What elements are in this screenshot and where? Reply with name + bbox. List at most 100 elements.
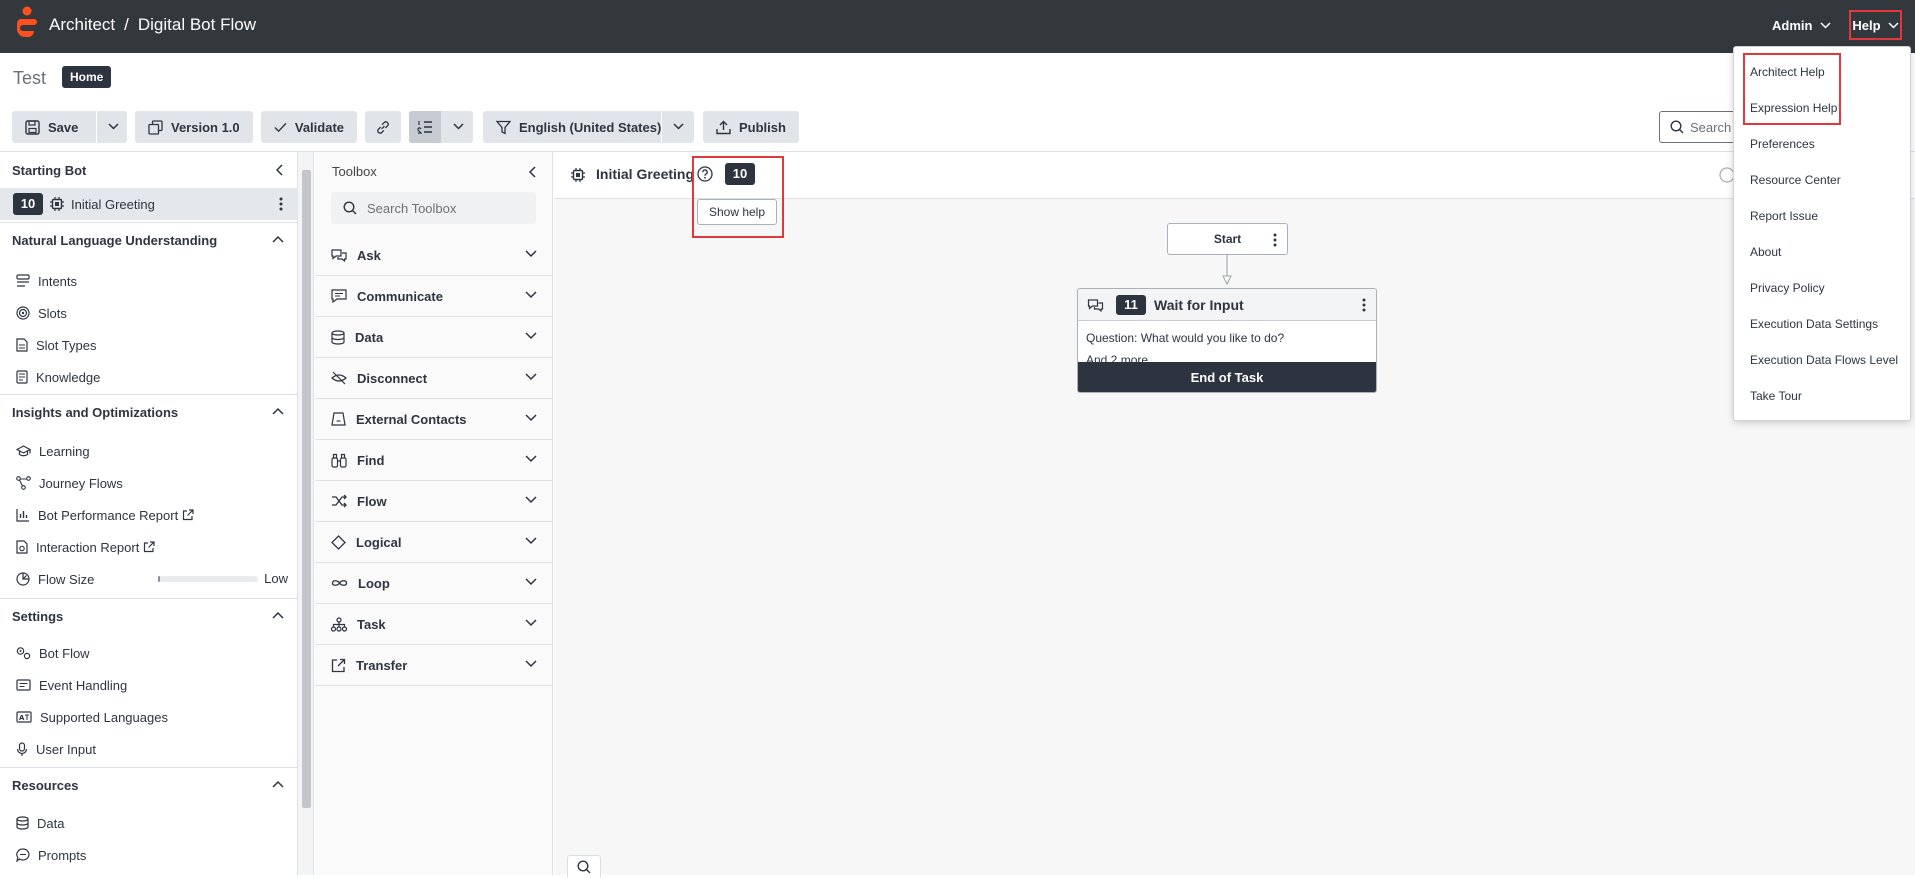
menu-item-resource-center[interactable]: Resource Center <box>1750 173 1841 187</box>
sidebar-item-user-input[interactable]: User Input <box>0 733 298 765</box>
save-button[interactable]: Save <box>48 120 78 135</box>
language-selector[interactable]: English (United States) <box>483 111 694 143</box>
sidebar-item-bot-performance-report[interactable]: Bot Performance Report <box>0 499 298 531</box>
chevron-up-icon[interactable] <box>272 407 284 415</box>
menu-item-execution-data-flows-level[interactable]: Execution Data Flows Level <box>1750 353 1898 367</box>
insights-section-header[interactable]: Insights and Optimizations <box>0 394 298 430</box>
toolbox-category-label: Flow <box>357 493 387 509</box>
start-node[interactable]: Start <box>1167 223 1288 255</box>
toolbox-category-data[interactable]: Data <box>315 317 553 358</box>
toolbox-category-disconnect[interactable]: Disconnect <box>315 358 553 399</box>
toolbox-category-logical[interactable]: Logical <box>315 522 553 563</box>
sidebar-item-data[interactable]: Data <box>0 807 298 839</box>
bar-chart-icon <box>16 509 29 522</box>
hierarchy-icon <box>331 616 347 632</box>
dependencies-button[interactable] <box>365 111 401 143</box>
sidebar-item-intents[interactable]: Intents <box>0 265 298 297</box>
menu-item-privacy-policy[interactable]: Privacy Policy <box>1750 281 1825 295</box>
publish-label: Publish <box>739 119 786 135</box>
app-name[interactable]: Architect <box>49 15 115 34</box>
sidebar-scrollbar-thumb[interactable] <box>302 170 311 808</box>
end-of-task-path[interactable]: End of Task <box>1078 362 1376 392</box>
copy-icon <box>148 119 163 135</box>
chevron-down-icon <box>525 414 537 422</box>
sidebar-item-label: Bot Performance Report <box>38 507 179 523</box>
chevron-down-icon[interactable] <box>673 123 684 130</box>
menu-item-report-issue[interactable]: Report Issue <box>1750 209 1818 223</box>
kebab-menu-icon[interactable] <box>279 197 283 211</box>
chevron-down-icon <box>525 373 537 381</box>
publish-button[interactable]: Publish <box>703 111 799 143</box>
flow-size-value: Low <box>264 571 288 586</box>
sidebar-item-slots[interactable]: Slots <box>0 297 298 329</box>
sidebar-item-event-handling[interactable]: Event Handling <box>0 669 298 701</box>
chevron-down-icon[interactable] <box>453 123 464 130</box>
toolbox-category-task[interactable]: Task <box>315 604 553 645</box>
sidebar-item-label: Supported Languages <box>40 709 168 725</box>
sidebar-item-slot-types[interactable]: Slot Types <box>0 329 298 361</box>
kebab-menu-icon[interactable] <box>1362 298 1366 312</box>
help-menu-button[interactable]: Help <box>1849 10 1902 40</box>
check-icon <box>274 122 287 132</box>
toolbox-category-ask[interactable]: Ask <box>315 235 553 276</box>
toolbox-title: Toolbox <box>332 164 377 179</box>
chat-icon <box>331 249 347 262</box>
toolbox-search-input[interactable]: Search Toolbox <box>331 192 536 224</box>
validate-button[interactable]: Validate <box>261 111 357 143</box>
toolbox-category-communicate[interactable]: Communicate <box>315 276 553 317</box>
nlu-section-header[interactable]: Natural Language Understanding <box>0 222 298 258</box>
kebab-menu-icon[interactable] <box>1273 233 1277 247</box>
speech-bubble-icon <box>16 848 30 862</box>
upload-icon <box>716 120 731 134</box>
toolbox-category-label: Disconnect <box>357 370 428 386</box>
toolbox-category-flow[interactable]: Flow <box>315 481 553 522</box>
resources-section-header[interactable]: Resources <box>0 767 298 803</box>
sidebar-item-journey-flows[interactable]: Journey Flows <box>0 467 298 499</box>
sidebar-item-supported-languages[interactable]: A Supported Languages <box>0 701 298 733</box>
version-button[interactable]: Version 1.0 <box>135 111 253 143</box>
gauge-icon <box>16 572 30 586</box>
sidebar-item-prompts[interactable]: Prompts <box>0 839 298 871</box>
binoculars-icon <box>331 453 347 468</box>
collapse-left-icon[interactable] <box>275 164 283 176</box>
toolbox-category-label: Task <box>357 616 386 632</box>
node-question: Question: What would you like to do? <box>1086 331 1285 345</box>
chevron-up-icon[interactable] <box>272 611 284 619</box>
sidebar-item-interaction-report[interactable]: Interaction Report <box>0 531 298 563</box>
svg-text:A: A <box>19 714 25 722</box>
toolbox-category-transfer[interactable]: Transfer <box>315 645 553 686</box>
toolbox-category-find[interactable]: Find <box>315 440 553 481</box>
start-label: Start <box>1213 232 1242 246</box>
show-help-button[interactable]: Show help <box>697 199 777 225</box>
chevron-up-icon[interactable] <box>272 235 284 243</box>
collapse-left-icon[interactable] <box>528 166 536 178</box>
divider <box>661 111 662 143</box>
menu-item-execution-data-settings[interactable]: Execution Data Settings <box>1750 317 1878 331</box>
chevron-up-icon[interactable] <box>272 780 284 788</box>
toolbox-category-label: Find <box>357 452 385 468</box>
admin-menu-button[interactable]: Admin <box>1772 18 1831 33</box>
settings-section-header[interactable]: Settings <box>0 598 298 634</box>
home-badge[interactable]: Home <box>62 66 112 88</box>
sidebar-item-bot-flow[interactable]: Bot Flow <box>0 637 298 669</box>
chevron-down-icon[interactable] <box>108 123 119 130</box>
genesys-logo-icon[interactable] <box>15 5 39 43</box>
toolbox-category-loop[interactable]: Loop <box>315 563 553 604</box>
target-icon <box>16 306 30 320</box>
chevron-down-icon <box>525 578 537 586</box>
list-view-button[interactable] <box>409 111 441 143</box>
sidebar-item-learning[interactable]: Learning <box>0 435 298 467</box>
diamond-icon <box>331 534 346 550</box>
menu-item-preferences[interactable]: Preferences <box>1750 137 1815 151</box>
starting-bot-item[interactable]: 10 Initial Greeting <box>0 188 298 220</box>
insights-title: Insights and Optimizations <box>12 405 179 420</box>
wait-for-input-node[interactable]: 11 Wait for Input Question: What would y… <box>1077 288 1377 393</box>
menu-item-about[interactable]: About <box>1750 245 1781 259</box>
flow-canvas[interactable]: Initial Greeting 10 <box>554 152 1915 878</box>
menu-item-take-tour[interactable]: Take Tour <box>1750 389 1802 403</box>
intents-icon <box>16 274 30 287</box>
sidebar-item-knowledge[interactable]: Knowledge <box>0 361 298 393</box>
toolbox-category-external-contacts[interactable]: External Contacts <box>315 399 553 440</box>
highlight-help-items <box>1743 53 1841 125</box>
sidebar-item-label: Slot Types <box>36 337 97 353</box>
